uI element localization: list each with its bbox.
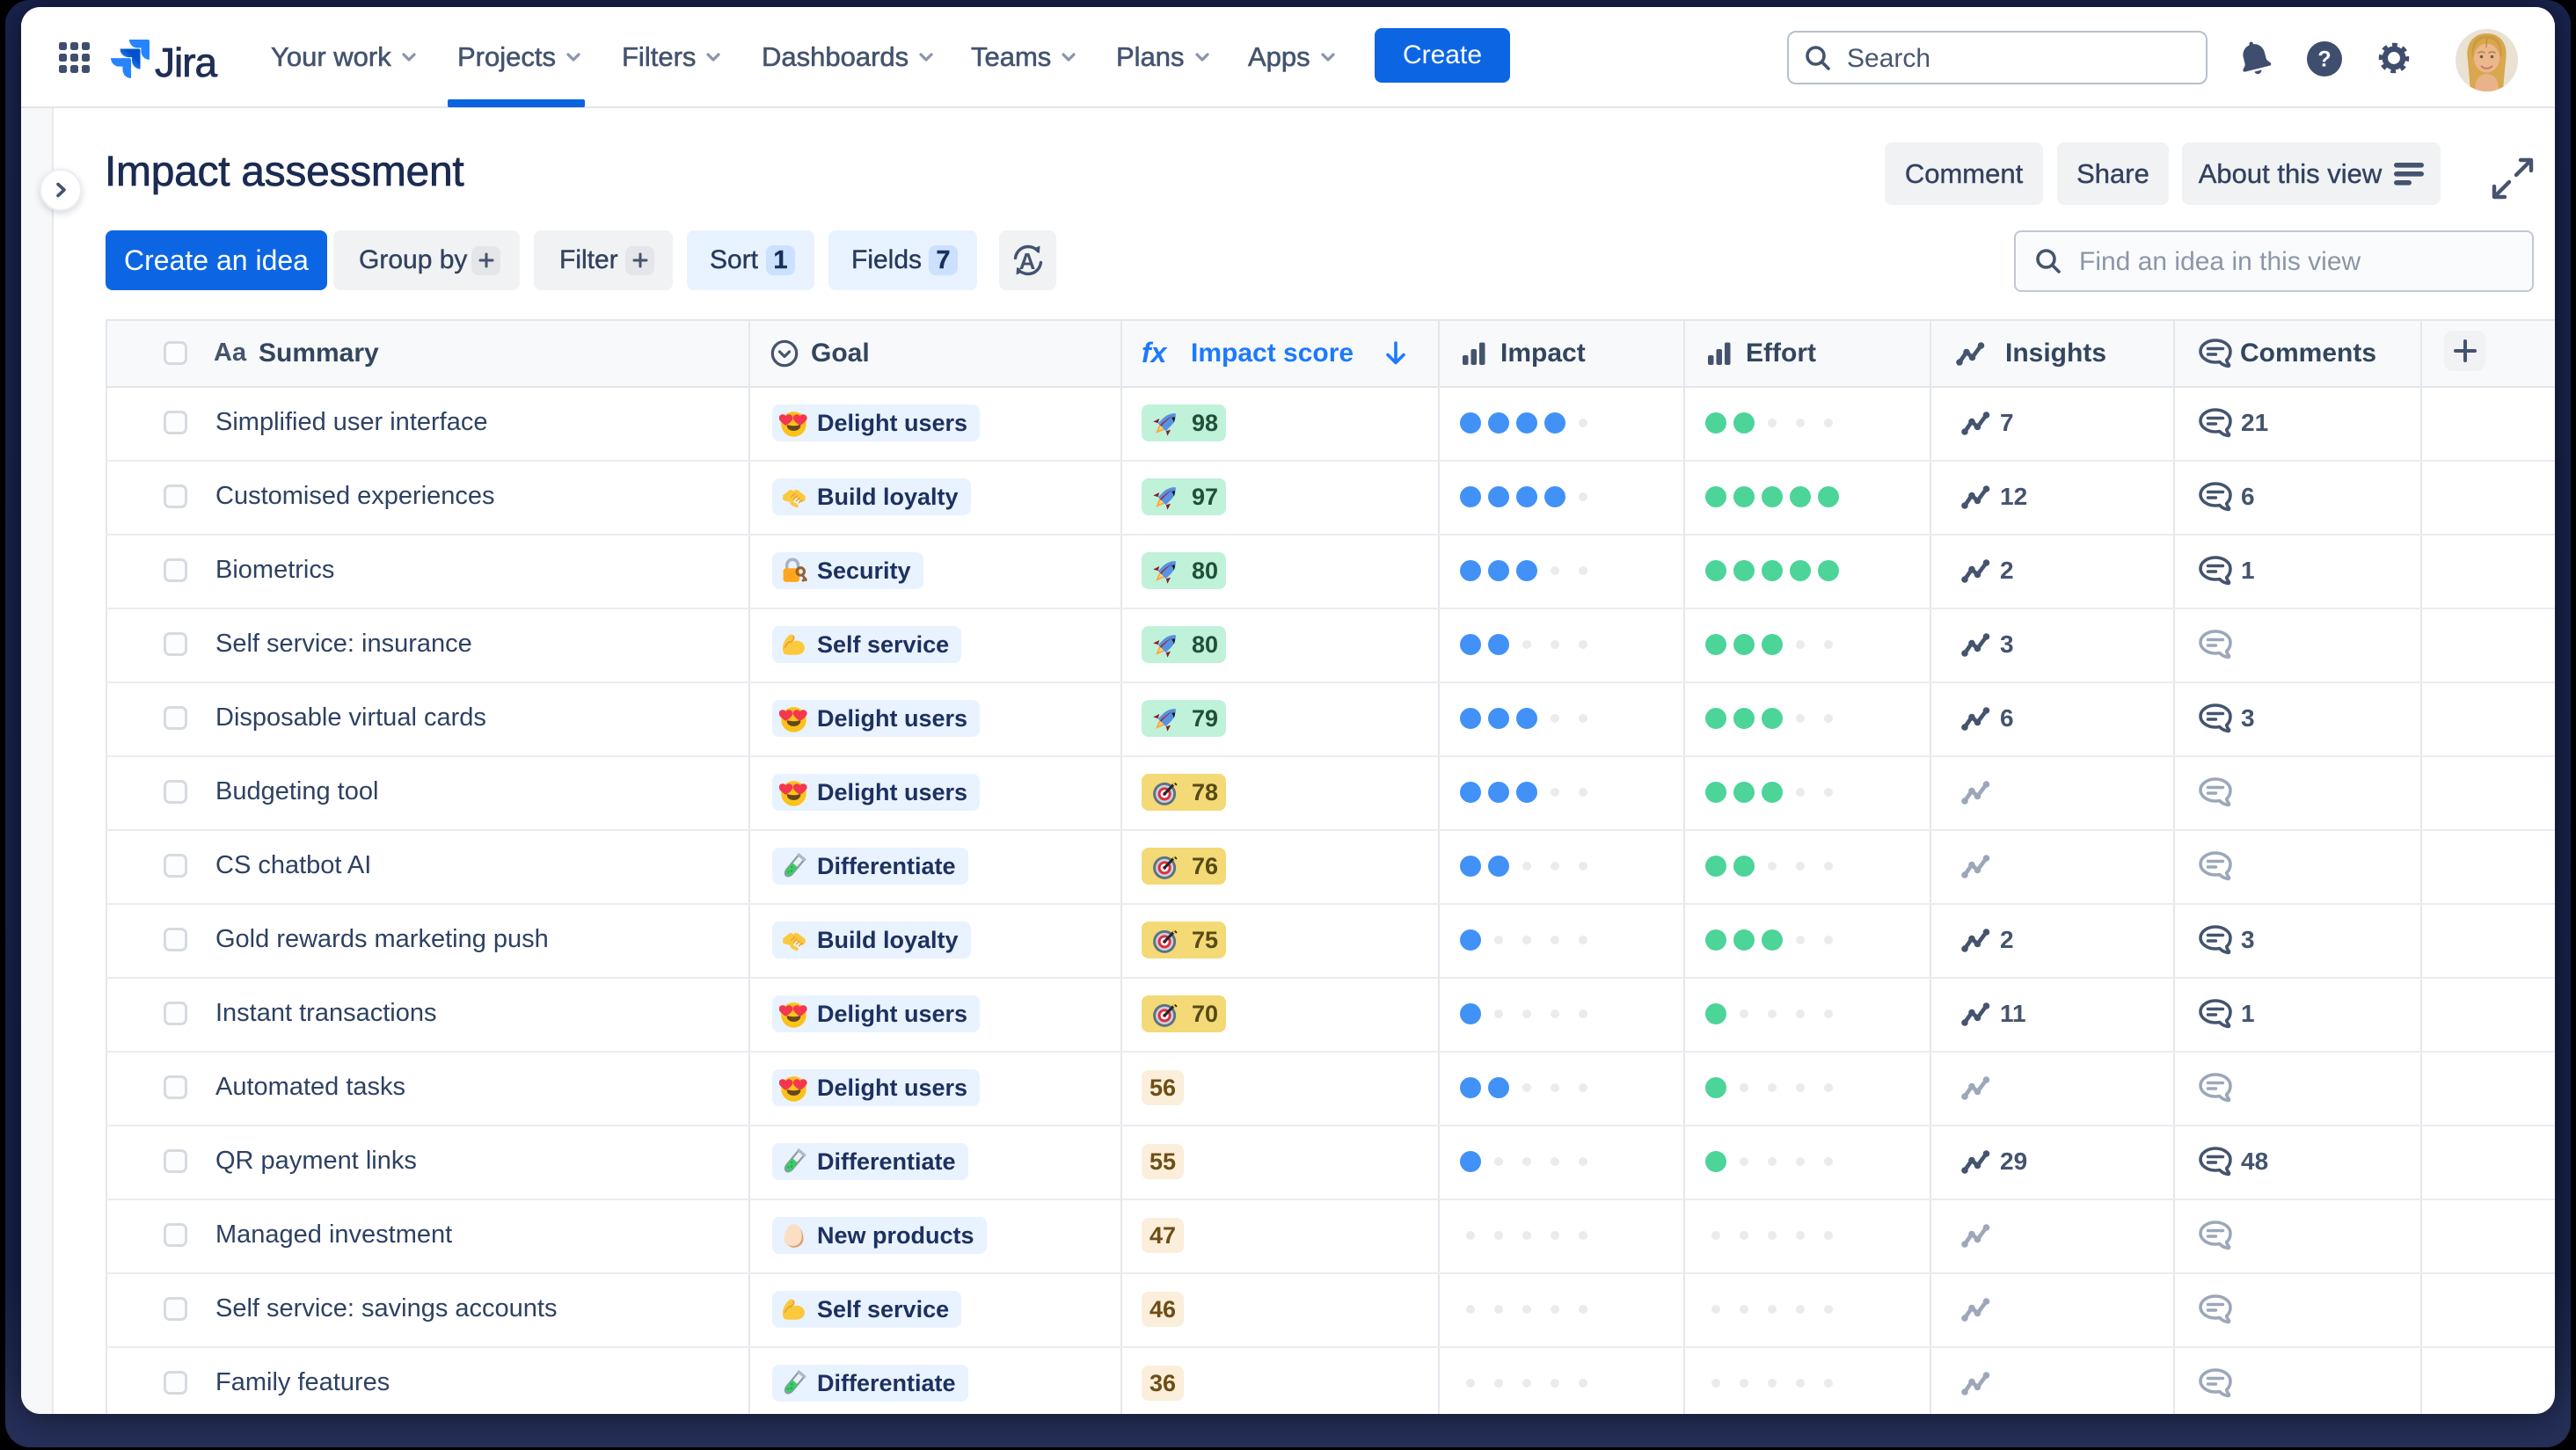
- svg-text:?: ?: [2317, 47, 2331, 72]
